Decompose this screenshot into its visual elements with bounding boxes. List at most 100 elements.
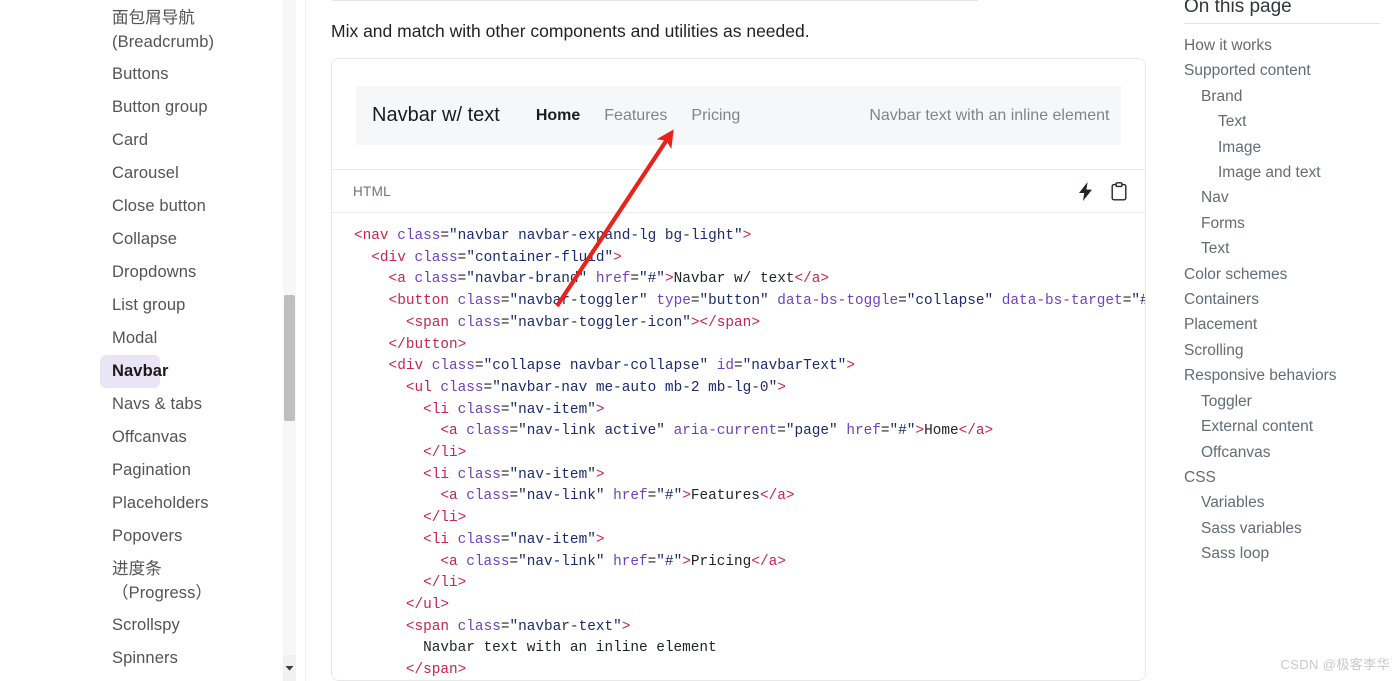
code-token-attr: id [716,358,735,375]
code-line: <div class="collapse navbar-collapse" id… [332,356,1145,378]
sidebar-item-button-group[interactable]: Button group [100,91,250,124]
code-token-punc: > [457,575,467,592]
code-token-punc: > [457,510,467,527]
toc-link-scrolling[interactable]: Scrolling [1164,338,1400,363]
sidebar-item-collapse[interactable]: Collapse [100,223,250,256]
code-token-attr: class [440,379,484,396]
code-token-punc: < [388,358,398,375]
code-token-punc: </ [405,596,424,613]
code-token-val: "page" [785,423,838,440]
code-line: <span class="navbar-toggler-icon"></span… [332,313,1145,335]
code-token-attr: class [457,466,501,483]
code-line: <li class="nav-item"> [332,400,1145,422]
code-token-sp [449,467,458,483]
sidebar-item-dropdowns[interactable]: Dropdowns [100,256,250,289]
code-token-punc: > [457,662,467,679]
sidebar-item-buttons[interactable]: Buttons [100,58,250,91]
demo-nav-link-features[interactable]: Features [592,99,679,132]
sidebar-item-navbar[interactable]: Navbar [100,355,168,388]
code-token-tag: div [379,249,406,266]
code-block-actions [1078,181,1127,201]
components-nav-list: 面包屑导航 (Breadcrumb) Buttons Button group Car… [0,0,282,681]
toc-link-sass-loop[interactable]: Sass loop [1164,541,1400,566]
toc-link-forms[interactable]: Forms [1164,211,1400,236]
toc-link-containers[interactable]: Containers [1164,287,1400,312]
sidebar-item-popovers[interactable]: Popovers [100,520,250,553]
code-token-tag: a [768,553,778,570]
code-token-punc: > [682,553,691,570]
code-token-tag: li [431,531,450,548]
code-token-tag: a [777,488,786,505]
toc-link-nav[interactable]: Nav [1164,185,1400,210]
clipboard-copy-icon[interactable] [1111,181,1127,201]
toc-link-brand[interactable]: Brand [1164,84,1400,109]
code-token-attr: class [457,531,501,548]
code-token-punc: </ [388,336,406,353]
sidebar-item-progress[interactable]: 进度条（Progress） [100,553,250,609]
toc-link-how-it-works[interactable]: How it works [1164,33,1400,58]
on-this-page-divider [1184,23,1380,24]
toc-link-variables[interactable]: Variables [1164,490,1400,515]
toc-link-text[interactable]: Text [1164,109,1400,134]
toc-link-supported-content[interactable]: Supported content [1164,58,1400,83]
code-token-punc: > [595,401,605,418]
sidebar-item-navs-tabs[interactable]: Navs & tabs [100,388,250,421]
sidebar-scroll-down-button[interactable] [283,655,296,681]
toc-link-sass-variables[interactable]: Sass variables [1164,516,1400,541]
code-token-punc: < [440,488,449,505]
code-token-sp [458,554,467,570]
toc-link-toggler[interactable]: Toggler [1164,389,1400,414]
code-block-content[interactable]: <nav class="navbar navbar-expand-lg bg-l… [332,213,1145,680]
demo-navbar-brand[interactable]: Navbar w/ text [372,104,500,127]
sidebar-item-close-button[interactable]: Close button [100,190,250,223]
toc-link-image-and-text[interactable]: Image and text [1164,160,1400,185]
toc-link-responsive-behaviors[interactable]: Responsive behaviors [1164,363,1400,388]
demo-nav-link-pricing[interactable]: Pricing [679,99,752,132]
code-token-punc: > [742,228,752,244]
sidebar-item-carousel[interactable]: Carousel [100,157,250,190]
code-token-attr: class [457,314,501,331]
lightning-bolt-icon[interactable] [1078,181,1093,201]
code-token-eq: = [880,423,890,440]
toc-link-external-content[interactable]: External content [1164,414,1400,439]
code-token-attr: href [613,488,648,505]
code-token-tag: li [440,510,458,527]
sidebar-item-toasts[interactable]: Toasts [100,675,250,681]
lead-paragraph: Mix and match with other components and … [331,21,810,41]
demo-nav-item: Pricing [679,107,752,125]
code-token-punc: > [457,445,467,462]
sidebar-item-modal[interactable]: Modal [100,322,250,355]
sidebar-item-offcanvas[interactable]: Offcanvas [100,421,250,454]
toc-link-image[interactable]: Image [1164,135,1400,160]
toc-link-placement[interactable]: Placement [1164,312,1400,337]
code-token-val: "nav-item" [509,401,596,418]
code-token-punc: < [423,401,432,418]
code-token-attr: href [595,271,631,288]
toc-link-color-schemes[interactable]: Color schemes [1164,262,1400,287]
code-token-attr: href [846,423,881,440]
sidebar-item-placeholders[interactable]: Placeholders [100,487,250,520]
code-token-val: "#" [656,553,683,570]
demo-navbar: Navbar w/ text Home Features Pricing Navba… [356,86,1121,145]
sidebar-scrollbar-thumb[interactable] [284,295,295,421]
toc-link-css[interactable]: CSS [1164,465,1400,490]
sidebar-item-scrollspy[interactable]: Scrollspy [100,609,250,642]
code-token-punc: </ [423,575,441,592]
sidebar-item-pagination[interactable]: Pagination [100,454,250,487]
toc-link-offcanvas[interactable]: Offcanvas [1164,440,1400,465]
code-token-punc: > [621,618,631,635]
code-token-sp [449,619,458,635]
code-token-punc: ></ [690,314,717,331]
code-token-punc: > [664,271,674,288]
sidebar-item-card[interactable]: Card [100,124,250,157]
watermark-text: CSDN @极客李华 [1280,657,1390,672]
sidebar-item-list-group[interactable]: List group [100,289,250,322]
demo-nav-link-home[interactable]: Home [524,99,592,132]
sidebar-item-breadcrumb[interactable]: 面包屑导航 (Breadcrumb) [100,2,250,58]
toc-link-text[interactable]: Text [1164,236,1400,261]
code-token-punc: > [595,466,605,483]
sidebar-item-spinners[interactable]: Spinners [100,642,250,675]
